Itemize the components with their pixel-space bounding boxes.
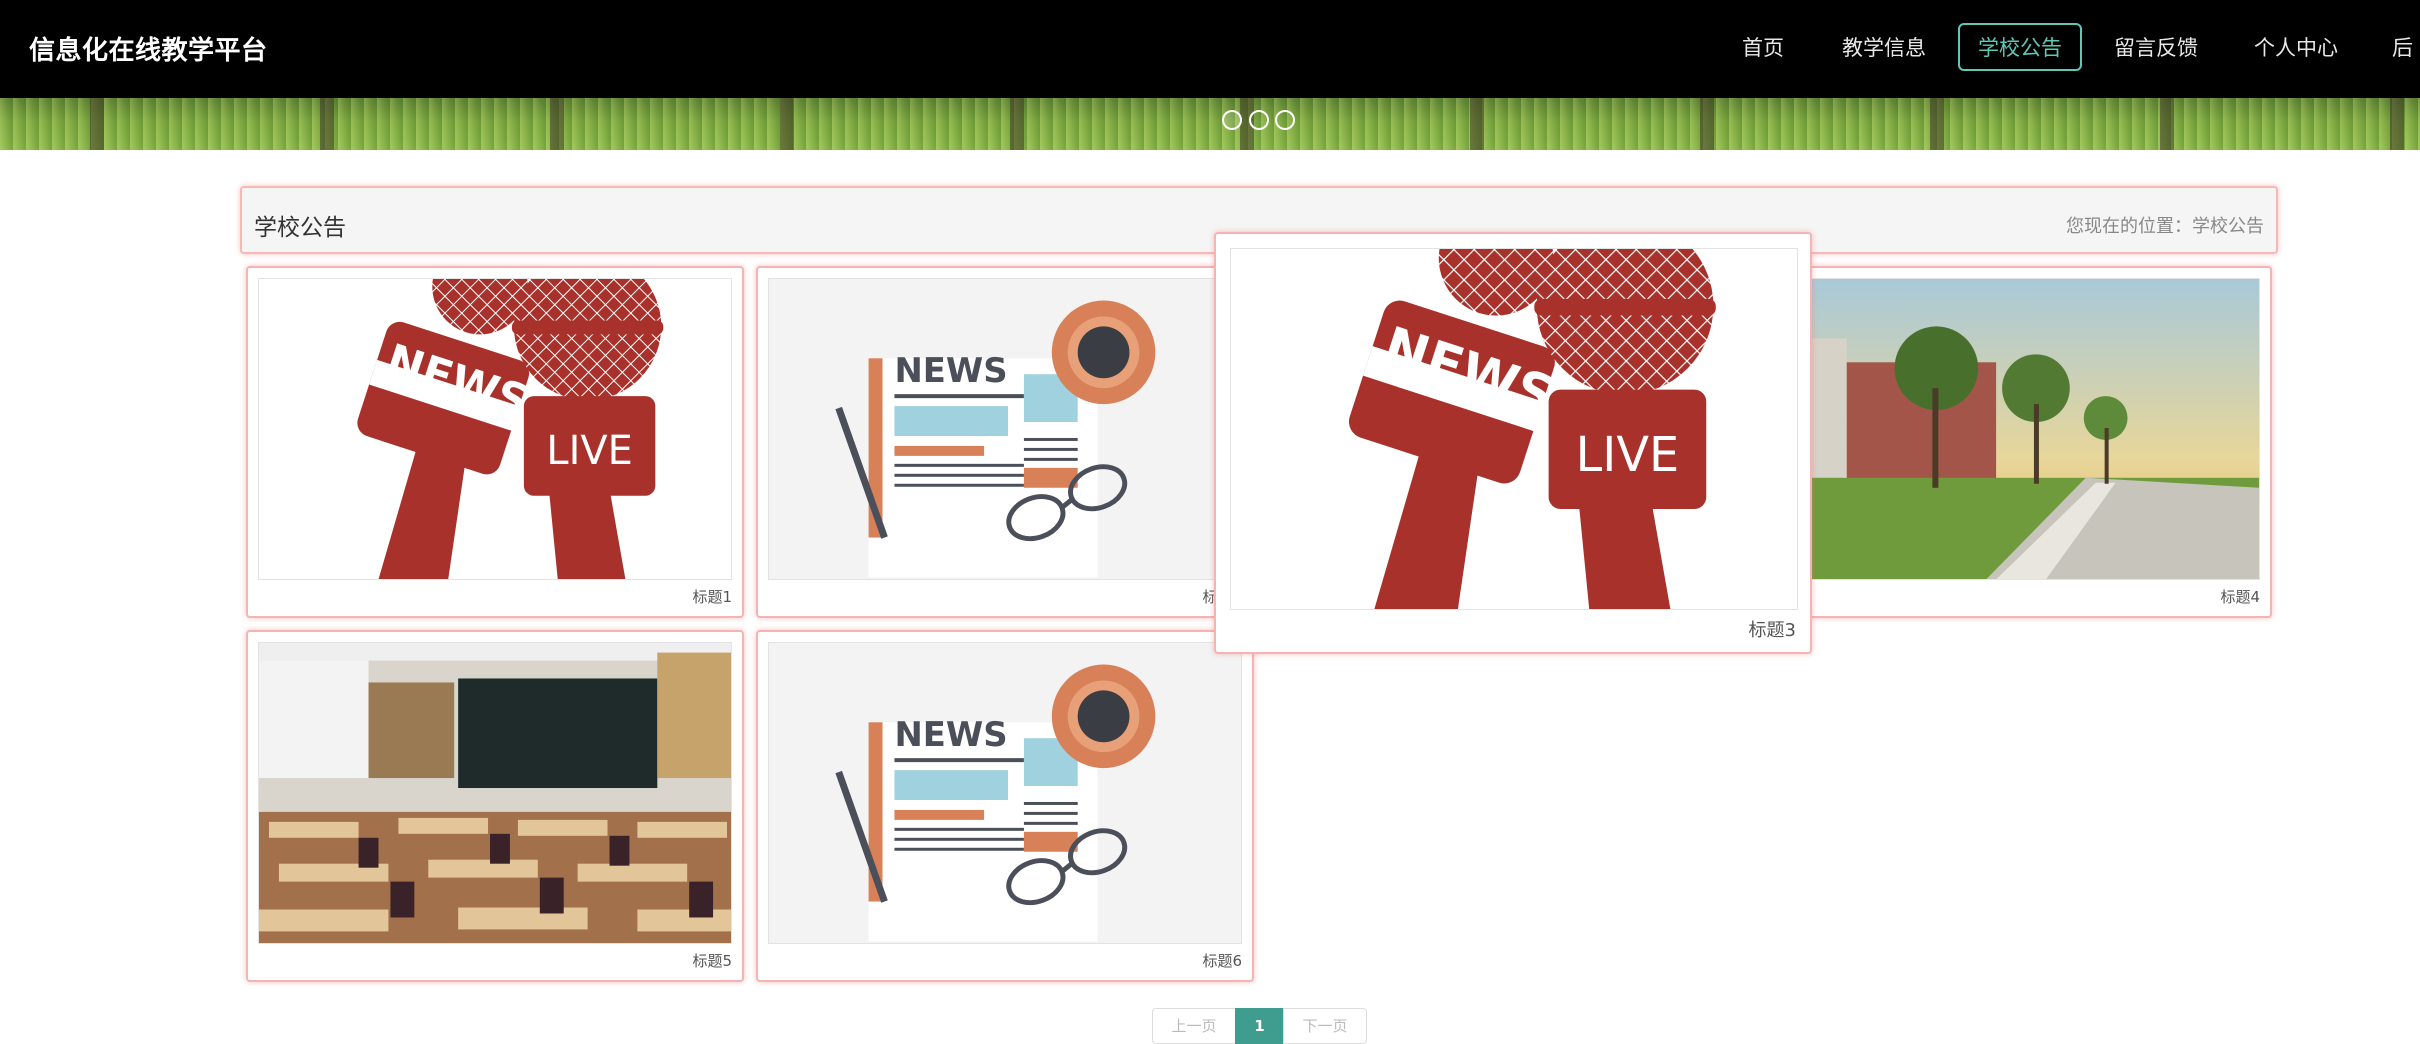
pagination-prev-button[interactable]: 上一页 [1152,1008,1236,1044]
card-caption[interactable]: 标题5 [692,950,732,971]
notice-card[interactable]: NEWS [756,630,1254,982]
notice-card[interactable]: NEWS [756,266,1254,618]
news-live-illustration: NEWS LIVE [259,279,731,579]
banner-carousel [0,98,2420,150]
card-caption[interactable]: 标题4 [2220,586,2260,607]
card-caption[interactable]: 标题6 [1202,950,1242,971]
notice-image-newspaper[interactable]: NEWS [768,642,1242,944]
carousel-dot-1[interactable] [1222,110,1242,130]
classroom-illustration [259,643,731,943]
news-live-illustration: NEWS LIVE [1231,249,1797,609]
notice-card[interactable]: NEWS LIVE 标题1 [246,266,744,618]
nav-admin[interactable]: 后 [2390,23,2420,71]
news-label: NEWS [894,351,1007,390]
notice-image-news-live[interactable]: NEWS LIVE [258,278,732,580]
site-brand[interactable]: 信息化在线教学平台 [29,30,268,67]
top-navbar: 信息化在线教学平台 首页 教学信息 学校公告 留言反馈 个人中心 后 [0,0,2420,98]
campus-street-illustration [1787,279,2259,579]
nav-feedback[interactable]: 留言反馈 [2106,23,2206,71]
nav-school-notice[interactable]: 学校公告 [1958,23,2082,71]
carousel-dot-2[interactable] [1249,110,1269,130]
live-label: LIVE [546,428,632,474]
notice-image-classroom[interactable] [258,642,732,944]
nav-user-center[interactable]: 个人中心 [2244,23,2348,71]
nav-teaching-info[interactable]: 教学信息 [1834,23,1934,71]
pagination-next-button[interactable]: 下一页 [1283,1008,1367,1044]
notice-image-newspaper[interactable]: NEWS [768,278,1242,580]
carousel-dot-3[interactable] [1275,110,1295,130]
notice-image-campus[interactable] [1786,278,2260,580]
notice-card[interactable]: 标题5 [246,630,744,982]
newspaper-illustration: NEWS [769,279,1241,579]
card-caption[interactable]: 标题1 [692,586,732,607]
newspaper-illustration: NEWS [769,643,1241,943]
section-title: 学校公告 [254,215,346,241]
nav-home[interactable]: 首页 [1726,23,1800,71]
breadcrumb: 您现在的位置：学校公告 [2066,216,2264,237]
news-label: NEWS [894,715,1007,754]
notice-card-hovered[interactable]: NEWS LIVE 标题3 [1214,232,1812,654]
card-caption[interactable]: 标题3 [1749,616,1796,642]
pagination-page-1[interactable]: 1 [1235,1008,1284,1044]
notice-card[interactable]: 标题4 [1774,266,2272,618]
live-label: LIVE [1576,428,1680,483]
notice-image-news-live[interactable]: NEWS LIVE [1230,248,1798,610]
